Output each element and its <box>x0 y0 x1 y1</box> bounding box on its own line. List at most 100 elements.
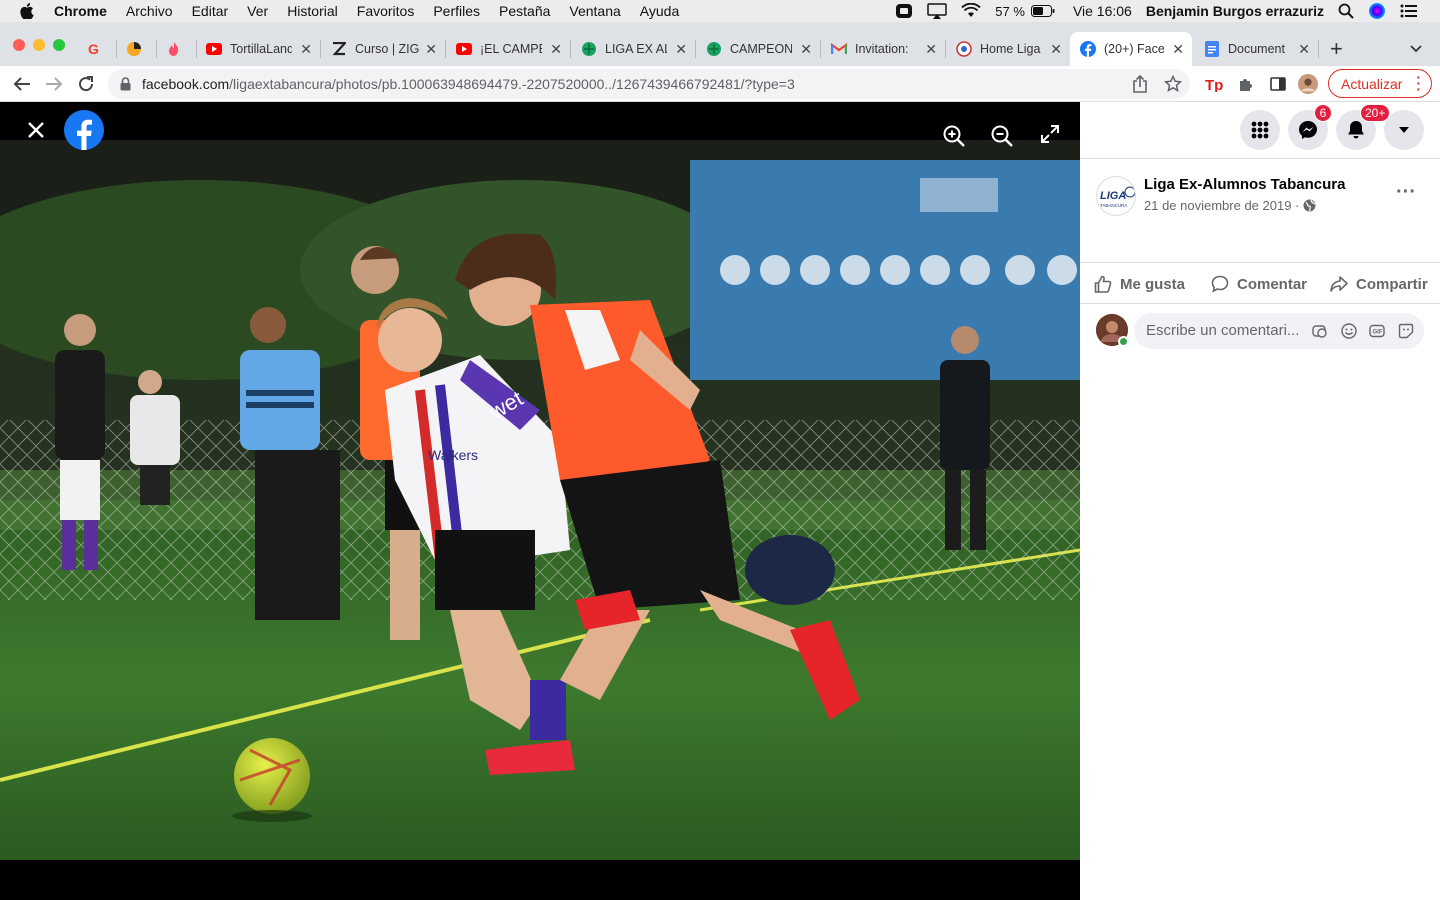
menu-ventana[interactable]: Ventana <box>569 3 620 19</box>
comment-placeholder: Escribe un comentari... <box>1146 322 1300 339</box>
tab-pie[interactable] <box>126 32 154 66</box>
spotlight-search-icon[interactable] <box>1338 3 1354 19</box>
post-options-icon[interactable]: ··· <box>1392 182 1420 210</box>
jersey-sponsor: Walkers <box>428 447 478 463</box>
share-icon[interactable] <box>1132 74 1148 98</box>
tab-close-icon[interactable]: ✕ <box>675 41 687 58</box>
window-minimize-button[interactable] <box>33 39 45 51</box>
tab-document[interactable]: Document ✕ <box>1204 32 1318 66</box>
tab-home-liga[interactable]: Home Liga ✕ <box>956 32 1070 66</box>
tab-tinder[interactable] <box>166 32 194 66</box>
emoji-icon[interactable] <box>1341 323 1357 339</box>
address-bar[interactable]: facebook.com/ligaextabancura/photos/pb.1… <box>108 69 1190 99</box>
tab-close-icon[interactable]: ✕ <box>300 41 312 58</box>
menu-perfiles[interactable]: Perfiles <box>433 3 480 19</box>
update-label: Actualizar <box>1341 75 1403 92</box>
apple-icon[interactable] <box>20 3 36 19</box>
extensions-puzzle-icon[interactable] <box>1236 74 1256 94</box>
airplay-icon[interactable] <box>927 3 948 19</box>
tab-zigma[interactable]: Curso | ZIGMA ✕ <box>331 32 445 66</box>
window-zoom-button[interactable] <box>53 39 65 51</box>
header-divider <box>1080 158 1440 159</box>
bookmark-star-icon[interactable] <box>1163 74 1183 98</box>
menu-ver[interactable]: Ver <box>247 3 268 19</box>
menu-editar[interactable]: Editar <box>192 3 229 19</box>
tab-close-icon[interactable]: ✕ <box>1172 41 1184 58</box>
battery-icon[interactable] <box>1030 5 1055 17</box>
avatar-sticker-icon[interactable] <box>1312 323 1328 339</box>
menu-pestana[interactable]: Pestaña <box>499 3 550 19</box>
url-path: /ligaextabancura/photos/pb.1000639486944… <box>229 76 795 92</box>
user-name[interactable]: Benjamin Burgos errazuriz <box>1146 3 1324 19</box>
back-arrow-icon[interactable] <box>12 74 32 94</box>
tp-extension-icon[interactable]: Tp <box>1204 74 1224 94</box>
page-avatar[interactable]: LIGA TABANCURA <box>1096 176 1136 216</box>
like-button[interactable]: Me gusta <box>1094 274 1185 294</box>
tab-title: Document <box>1228 42 1285 56</box>
clock[interactable]: Vie 16:06 <box>1073 3 1132 19</box>
tab-close-icon[interactable]: ✕ <box>1050 41 1062 58</box>
window-close-button[interactable] <box>13 39 25 51</box>
gif-icon[interactable]: GIF <box>1369 323 1385 339</box>
tab-title: Home Liga <box>980 42 1041 56</box>
tab-close-icon[interactable]: ✕ <box>1298 41 1310 58</box>
zoom-in-icon[interactable] <box>942 124 966 148</box>
tab-campeon[interactable]: CAMPEON ✕ <box>706 32 820 66</box>
account-menu-button[interactable] <box>1384 110 1424 150</box>
post-date-text[interactable]: 21 de noviembre de 2019 · <box>1144 198 1299 213</box>
gmail-icon <box>831 41 847 57</box>
profile-avatar[interactable] <box>1298 74 1318 94</box>
update-button[interactable]: Actualizar · · · <box>1328 69 1432 98</box>
pie-icon <box>126 41 142 57</box>
menu-app-chrome[interactable]: Chrome <box>54 3 107 19</box>
side-panel-icon[interactable] <box>1268 74 1288 94</box>
thumbs-up-icon <box>1094 275 1112 293</box>
comment-input[interactable]: Escribe un comentari... GIF <box>1134 313 1424 349</box>
menu-archivo[interactable]: Archivo <box>126 3 173 19</box>
reload-icon[interactable] <box>76 74 96 94</box>
siri-icon[interactable] <box>1368 2 1386 20</box>
tab-close-icon[interactable]: ✕ <box>800 41 812 58</box>
comment-icon <box>1211 275 1229 293</box>
lock-icon[interactable] <box>120 77 131 96</box>
tab-liga-ex-alumnos[interactable]: LIGA EX ALUMNOS ✕ <box>581 32 695 66</box>
close-photo-icon[interactable] <box>24 118 48 142</box>
new-tab-button[interactable]: + <box>1330 32 1352 66</box>
control-center-icon[interactable] <box>1400 4 1418 18</box>
tab-close-icon[interactable]: ✕ <box>925 41 937 58</box>
fullscreen-icon[interactable] <box>1040 124 1064 148</box>
zoom-out-icon[interactable] <box>990 124 1014 148</box>
sticker-icon[interactable] <box>1398 323 1414 339</box>
messenger-icon <box>1299 121 1317 139</box>
tab-search-chevron-icon[interactable] <box>1410 32 1426 66</box>
avatar-text: LIGA <box>1100 190 1126 202</box>
facebook-logo-icon[interactable] <box>64 110 104 150</box>
youtube-icon <box>456 41 472 57</box>
menu-favoritos[interactable]: Favoritos <box>357 3 415 19</box>
tab-title: (20+) Facebook <box>1104 42 1164 56</box>
menu-historial[interactable]: Historial <box>287 3 338 19</box>
tab-facebook-active[interactable]: (20+) Facebook ✕ <box>1070 32 1192 66</box>
macos-menu-bar: Chrome Archivo Editar Ver Historial Favo… <box>0 0 1440 22</box>
tab-el-campeon[interactable]: ¡EL CAMPEON ✕ <box>456 32 570 66</box>
share-button[interactable]: Compartir <box>1330 274 1428 294</box>
menu-ayuda[interactable]: Ayuda <box>640 3 679 19</box>
url-text[interactable]: facebook.com/ligaextabancura/photos/pb.1… <box>142 76 795 92</box>
tab-close-icon[interactable]: ✕ <box>425 41 437 58</box>
kebab-menu-icon[interactable]: · · · <box>1416 70 1421 96</box>
tab-grammarly[interactable]: G <box>86 32 114 66</box>
tab-close-icon[interactable]: ✕ <box>550 41 562 58</box>
page-name-link[interactable]: Liga Ex-Alumnos Tabancura <box>1144 176 1345 193</box>
online-status-dot <box>1118 336 1129 347</box>
tab-tortillaland[interactable]: TortillaLand ✕ <box>206 32 320 66</box>
wifi-icon[interactable] <box>961 3 981 19</box>
forward-arrow-icon[interactable] <box>44 74 64 94</box>
soccer-photo[interactable]: wet Walkers <box>0 140 1080 860</box>
menu-grid-button[interactable] <box>1240 110 1280 150</box>
like-label: Me gusta <box>1120 275 1186 293</box>
comment-button[interactable]: Comentar <box>1211 274 1307 294</box>
comment-label: Comentar <box>1237 275 1308 293</box>
tab-title: Invitation: <box>855 42 909 56</box>
screen-record-icon[interactable] <box>895 3 913 19</box>
tab-gmail-invitation[interactable]: Invitation: ✕ <box>831 32 945 66</box>
